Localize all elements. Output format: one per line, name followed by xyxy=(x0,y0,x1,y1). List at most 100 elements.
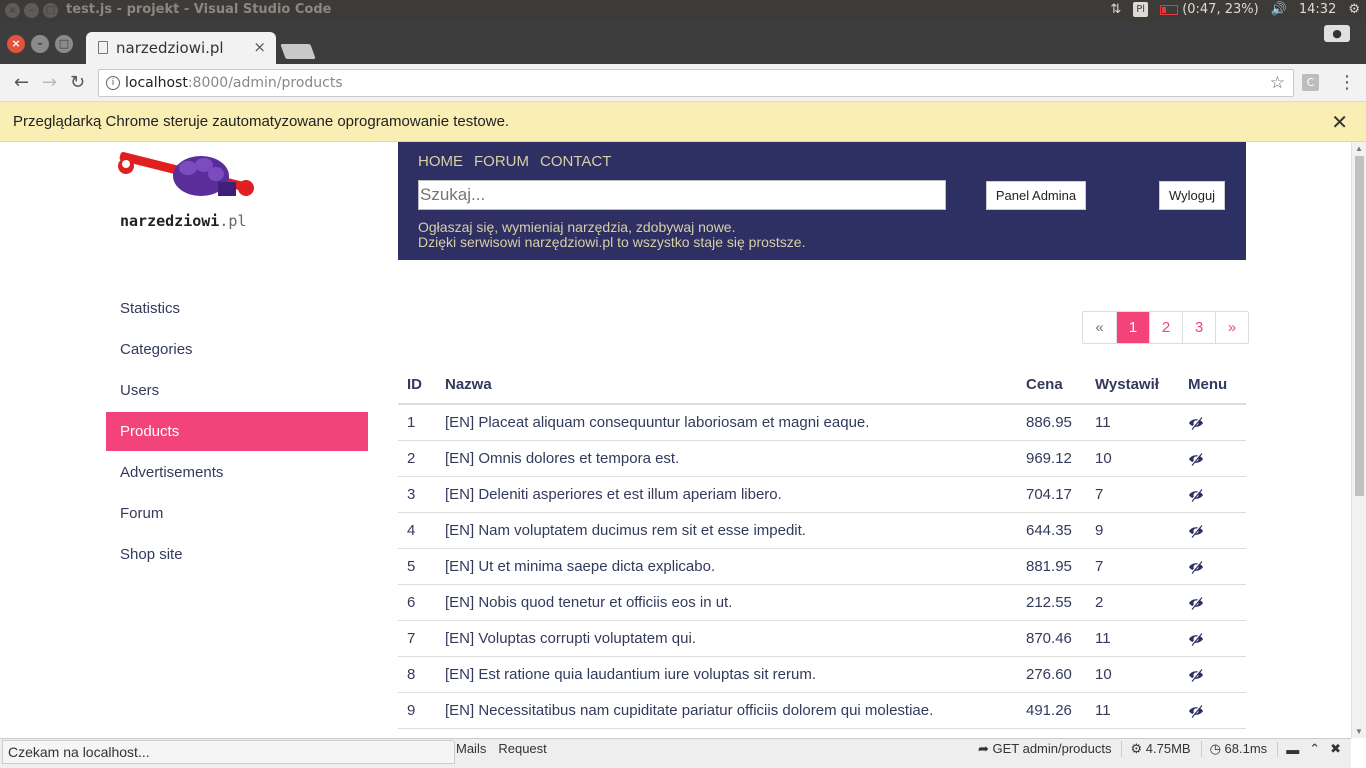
row-menu xyxy=(1179,548,1246,585)
chevron-up-icon[interactable]: ⌃ xyxy=(1309,741,1320,757)
volume-icon[interactable]: 🔊 xyxy=(1271,2,1287,17)
battery-indicator[interactable]: (0:47, 23%) xyxy=(1160,2,1259,17)
eye-slash-icon[interactable] xyxy=(1188,668,1204,682)
col-menu: Menu xyxy=(1179,366,1246,405)
page-viewport: narzedziowi.pl HOME FORUM CONTACT Panel … xyxy=(0,142,1366,738)
main-nav: HOME FORUM CONTACT xyxy=(418,153,611,170)
back-arrow-icon[interactable]: ← xyxy=(14,72,29,93)
row-name: [EN] Est ratione quia laudantium iure vo… xyxy=(436,656,1017,693)
pagination-prev[interactable]: « xyxy=(1083,312,1116,343)
row-seller: 7 xyxy=(1086,476,1179,513)
url-host: localhost xyxy=(125,75,188,91)
new-tab-button[interactable] xyxy=(280,44,316,59)
products-table: ID Nazwa Cena Wystawił Menu 1 [EN] Placea… xyxy=(398,366,1246,729)
menu-kebab-icon[interactable]: ⋮ xyxy=(1338,72,1356,93)
tab-close-icon[interactable]: × xyxy=(253,38,266,56)
battery-icon xyxy=(1160,4,1179,15)
scroll-up-icon[interactable]: ▲ xyxy=(1355,144,1363,153)
info-icon[interactable]: i xyxy=(106,76,120,90)
debug-close-icon[interactable]: ✖ xyxy=(1330,741,1341,757)
debug-time: ◷ 68.1ms xyxy=(1200,741,1268,757)
share-icon: ➦ xyxy=(977,741,989,756)
gear-icon[interactable]: ⚙ xyxy=(1348,2,1360,17)
row-name: [EN] Placeat aliquam consequuntur labori… xyxy=(436,404,1017,441)
nav-contact[interactable]: CONTACT xyxy=(540,153,611,170)
row-id: 4 xyxy=(398,512,436,549)
logout-button[interactable]: Wyloguj xyxy=(1159,181,1225,210)
row-menu xyxy=(1179,656,1246,693)
pagination-page-3[interactable]: 3 xyxy=(1182,312,1215,343)
browser-tabstrip: × – □ narzedziowi.pl × ● xyxy=(0,22,1366,64)
sidebar-item-categories[interactable]: Categories xyxy=(106,330,368,369)
browser-tab[interactable]: narzedziowi.pl × xyxy=(86,32,276,64)
close-window-icon[interactable]: × xyxy=(5,3,20,18)
browser-minimize-icon[interactable]: – xyxy=(31,35,49,53)
extension-icon[interactable]: C xyxy=(1302,74,1319,91)
network-icon[interactable]: ⇅ xyxy=(1110,2,1121,17)
browser-maximize-icon[interactable]: □ xyxy=(55,35,73,53)
os-top-panel: × – □ test.js - projekt - Visual Studio … xyxy=(0,0,1366,22)
maximize-window-icon[interactable]: □ xyxy=(43,3,58,18)
clock[interactable]: 14:32 xyxy=(1299,2,1336,17)
sidebar-item-users[interactable]: Users xyxy=(106,371,368,410)
row-price: 870.46 xyxy=(1017,620,1086,657)
table-row: 2 [EN] Omnis dolores et tempora est. 969.1… xyxy=(398,440,1246,477)
tagline-line-2: Dzięki serwisowi narzędziowi.pl to wszys… xyxy=(418,234,806,250)
page-scrollbar[interactable]: ▲ ▼ xyxy=(1351,142,1366,738)
nav-forum[interactable]: FORUM xyxy=(474,153,529,170)
search-input[interactable] xyxy=(418,180,946,210)
clock-icon: ◷ xyxy=(1209,741,1221,756)
eye-slash-icon[interactable] xyxy=(1188,704,1204,718)
admin-panel-button[interactable]: Panel Admina xyxy=(986,181,1086,210)
table-row: 4 [EN] Nam voluptatem ducimus rem sit et … xyxy=(398,512,1246,549)
address-bar[interactable]: i localhost:8000/admin/products ☆ xyxy=(98,69,1294,97)
forward-arrow-icon[interactable]: → xyxy=(42,72,57,93)
row-id: 8 xyxy=(398,656,436,693)
eye-slash-icon[interactable] xyxy=(1188,632,1204,646)
debug-info: ➦ GET admin/products ⚙ 4.75MB ◷ 68.1ms ▬… xyxy=(978,741,1341,757)
col-price: Cena xyxy=(1017,366,1086,405)
row-price: 704.17 xyxy=(1017,476,1086,513)
browser-close-icon[interactable]: × xyxy=(7,35,25,53)
window-title: test.js - projekt - Visual Studio Code xyxy=(66,2,332,17)
row-seller: 9 xyxy=(1086,512,1179,549)
profile-icon[interactable]: ● xyxy=(1324,25,1350,42)
site-header: HOME FORUM CONTACT Panel Admina Wyloguj … xyxy=(398,142,1246,260)
pagination-page-1[interactable]: 1 xyxy=(1116,312,1149,343)
row-price: 276.60 xyxy=(1017,656,1086,693)
pagination-next[interactable]: » xyxy=(1215,312,1248,343)
sidebar-item-statistics[interactable]: Statistics xyxy=(106,289,368,328)
minimize-window-icon[interactable]: – xyxy=(24,3,39,18)
sidebar-item-forum[interactable]: Forum xyxy=(106,494,368,533)
col-id: ID xyxy=(398,366,436,405)
eye-slash-icon[interactable] xyxy=(1188,416,1204,430)
site-logo[interactable]: narzedziowi.pl xyxy=(118,152,263,230)
sidebar-item-products[interactable]: Products xyxy=(106,412,368,451)
pagination: « 1 2 3 » xyxy=(1082,311,1249,344)
reload-icon[interactable]: ↻ xyxy=(70,72,85,93)
keyboard-layout[interactable]: Pl xyxy=(1133,2,1149,17)
debug-tab-mails[interactable]: Mails xyxy=(456,741,486,756)
debug-tab-request[interactable]: Request xyxy=(498,741,546,756)
scrollbar-thumb[interactable] xyxy=(1355,156,1364,496)
eye-slash-icon[interactable] xyxy=(1188,488,1204,502)
col-name: Nazwa xyxy=(436,366,1017,405)
row-name: [EN] Omnis dolores et tempora est. xyxy=(436,440,1017,477)
bookmark-star-icon[interactable]: ☆ xyxy=(1270,73,1285,93)
folder-open-icon[interactable]: ▬ xyxy=(1277,741,1299,757)
eye-slash-icon[interactable] xyxy=(1188,596,1204,610)
table-row: 9 [EN] Necessitatibus nam cupiditate pari… xyxy=(398,692,1246,729)
page-icon xyxy=(98,41,108,54)
debug-time-text: 68.1ms xyxy=(1224,741,1268,756)
eye-slash-icon[interactable] xyxy=(1188,524,1204,538)
scroll-down-icon[interactable]: ▼ xyxy=(1355,727,1363,736)
eye-slash-icon[interactable] xyxy=(1188,452,1204,466)
row-name: [EN] Ut et minima saepe dicta explicabo. xyxy=(436,548,1017,585)
debug-route[interactable]: ➦ GET admin/products xyxy=(978,741,1112,757)
sidebar-item-advertisements[interactable]: Advertisements xyxy=(106,453,368,492)
pagination-page-2[interactable]: 2 xyxy=(1149,312,1182,343)
eye-slash-icon[interactable] xyxy=(1188,560,1204,574)
sidebar-item-shop-site[interactable]: Shop site xyxy=(106,535,368,574)
nav-home[interactable]: HOME xyxy=(418,153,463,170)
infobar-close-icon[interactable]: ✕ xyxy=(1331,110,1348,134)
